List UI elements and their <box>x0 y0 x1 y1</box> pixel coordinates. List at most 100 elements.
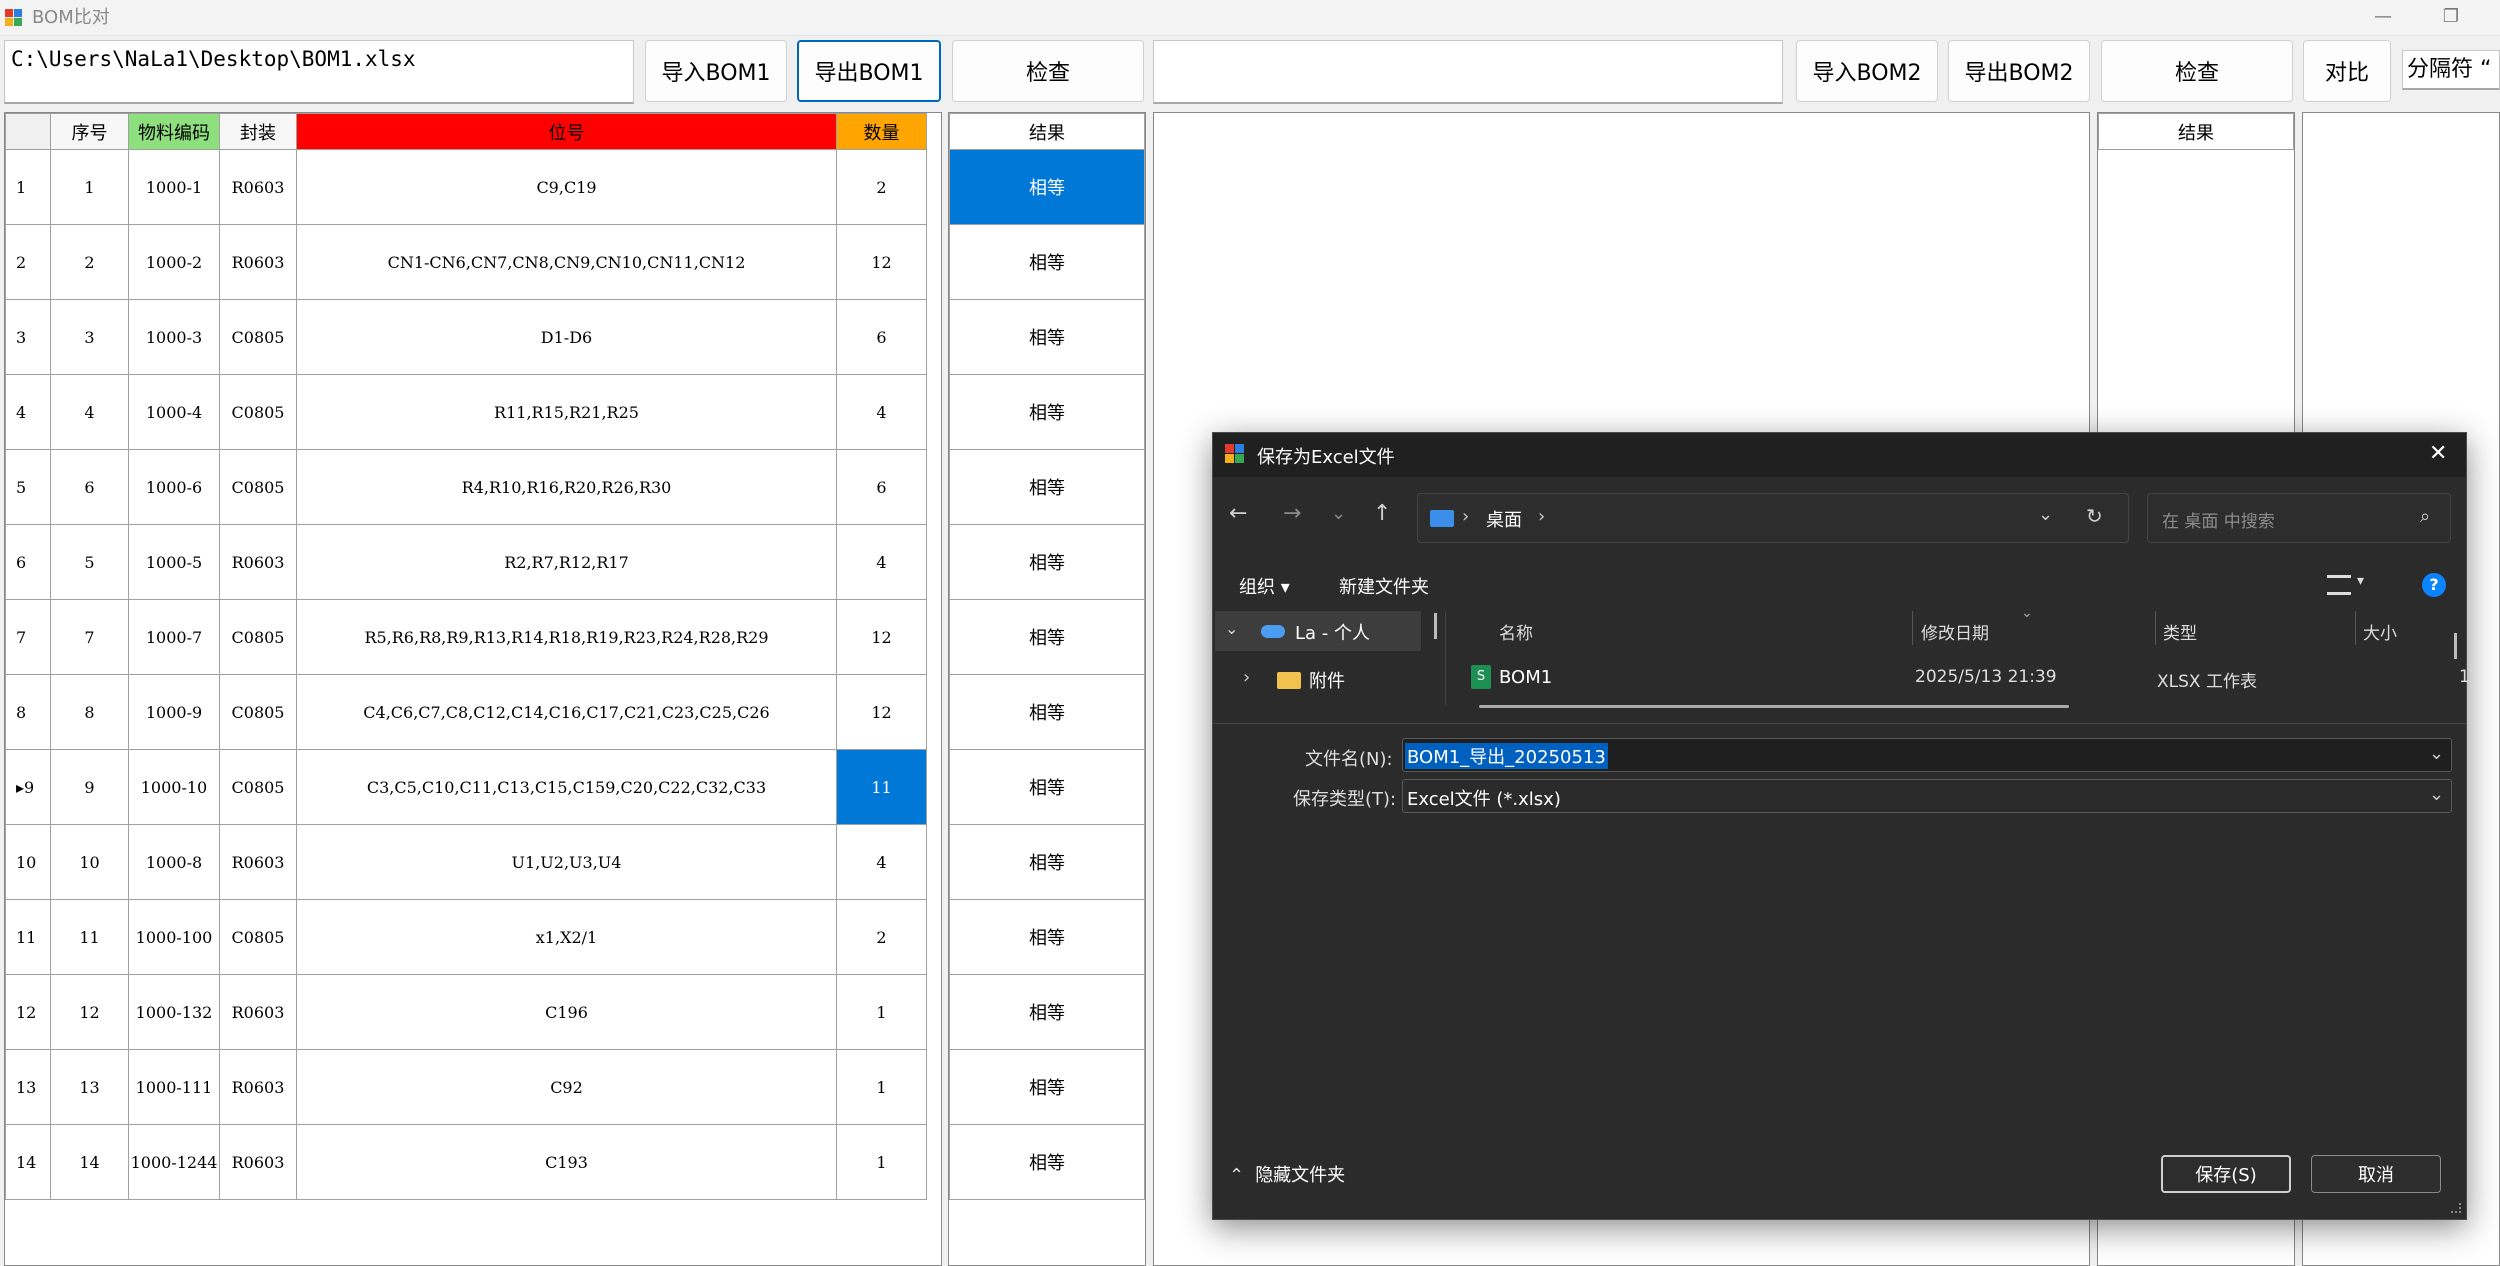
result-row[interactable]: 相等 <box>949 899 1145 975</box>
hide-folders-toggle[interactable]: ⌃ 隐藏文件夹 <box>1229 1161 1345 1187</box>
cell-qty[interactable]: 4 <box>836 374 927 450</box>
result-row[interactable]: 相等 <box>949 224 1145 300</box>
row-header[interactable]: 2 <box>5 224 51 300</box>
cell-ref[interactable]: U1,U2,U3,U4 <box>296 824 837 900</box>
nav-item-attachments[interactable]: › 附件 <box>1215 659 1421 699</box>
cell-ref[interactable]: C196 <box>296 974 837 1050</box>
row-header[interactable]: 7 <box>5 599 51 675</box>
cell-seq[interactable]: 14 <box>50 1124 129 1200</box>
cell-code[interactable]: 1000-10 <box>128 749 220 825</box>
cell-seq[interactable]: 2 <box>50 224 129 300</box>
dialog-close-button[interactable]: ✕ <box>2429 441 2447 466</box>
cell-code[interactable]: 1000-111 <box>128 1049 220 1125</box>
row-header[interactable]: 13 <box>5 1049 51 1125</box>
save-button[interactable]: 保存(S) <box>2161 1155 2291 1193</box>
cell-qty[interactable]: 6 <box>836 299 927 375</box>
cell-seq[interactable]: 4 <box>50 374 129 450</box>
cell-seq[interactable]: 13 <box>50 1049 129 1125</box>
import-bom1-button[interactable]: 导入BOM1 <box>645 40 787 102</box>
export-bom2-button[interactable]: 导出BOM2 <box>1948 40 2090 102</box>
cell-package[interactable]: R0603 <box>219 149 297 225</box>
cell-package[interactable]: C0805 <box>219 599 297 675</box>
result-row[interactable]: 相等 <box>949 749 1145 825</box>
cell-ref[interactable]: CN1-CN6,CN7,CN8,CN9,CN10,CN11,CN12 <box>296 224 837 300</box>
cell-result[interactable]: 相等 <box>949 1124 1145 1200</box>
filename-dropdown-icon[interactable]: ⌄ <box>2429 743 2444 764</box>
export-bom1-button[interactable]: 导出BOM1 <box>797 40 941 102</box>
cell-package[interactable]: C0805 <box>219 299 297 375</box>
table-row[interactable]: 6 5 1000-5 R0603 R2,R7,R12,R17 4 <box>5 524 927 600</box>
cell-ref[interactable]: C3,C5,C10,C11,C13,C15,C159,C20,C22,C32,C… <box>296 749 837 825</box>
table-row[interactable]: 5 6 1000-6 C0805 R4,R10,R16,R20,R26,R30 6 <box>5 449 927 525</box>
organize-button[interactable]: 组织 ▾ <box>1239 573 1290 599</box>
cell-package[interactable]: C0805 <box>219 374 297 450</box>
separator-input[interactable]: 分隔符 “ <box>2402 50 2500 90</box>
up-icon[interactable]: ↑ <box>1373 501 1391 526</box>
cell-package[interactable]: R0603 <box>219 1124 297 1200</box>
cell-package[interactable]: C0805 <box>219 674 297 750</box>
cell-result[interactable]: 相等 <box>949 374 1145 450</box>
cell-result[interactable]: 相等 <box>949 299 1145 375</box>
filetype-dropdown-icon[interactable]: ⌄ <box>2429 784 2444 805</box>
bom1-path-input[interactable]: C:\Users\NaLa1\Desktop\BOM1.xlsx <box>4 40 634 104</box>
row-header[interactable]: ▸9 <box>5 749 51 825</box>
table-row[interactable]: 3 3 1000-3 C0805 D1-D6 6 <box>5 299 927 375</box>
col-header-code[interactable]: 物料编码 <box>128 113 220 150</box>
cell-ref[interactable]: R11,R15,R21,R25 <box>296 374 837 450</box>
cell-ref[interactable]: C9,C19 <box>296 149 837 225</box>
cell-seq[interactable]: 8 <box>50 674 129 750</box>
cell-package[interactable]: R0603 <box>219 524 297 600</box>
cell-qty[interactable]: 12 <box>836 674 927 750</box>
col-type[interactable]: 类型 <box>2163 619 2197 644</box>
result-row[interactable]: 相等 <box>949 1124 1145 1200</box>
nav-item-la-personal[interactable]: ⌄ La - 个人 <box>1215 611 1421 651</box>
cell-qty[interactable]: 1 <box>836 1049 927 1125</box>
cell-seq[interactable]: 7 <box>50 599 129 675</box>
cell-code[interactable]: 1000-1244 <box>128 1124 220 1200</box>
cell-code[interactable]: 1000-9 <box>128 674 220 750</box>
view-options-icon[interactable] <box>2327 575 2351 595</box>
horizontal-scrollbar[interactable] <box>1479 705 2069 708</box>
cell-code[interactable]: 1000-6 <box>128 449 220 525</box>
nav-scrollbar[interactable] <box>1434 613 1437 639</box>
table-row[interactable]: 12 12 1000-132 R0603 C196 1 <box>5 974 927 1050</box>
cell-code[interactable]: 1000-4 <box>128 374 220 450</box>
cell-code[interactable]: 1000-3 <box>128 299 220 375</box>
expand-chevron-right-icon[interactable]: › <box>1243 667 1250 688</box>
cell-ref[interactable]: R4,R10,R16,R20,R26,R30 <box>296 449 837 525</box>
cell-ref[interactable]: D1-D6 <box>296 299 837 375</box>
refresh-icon[interactable]: ↻ <box>2086 504 2103 528</box>
row-header[interactable]: 5 <box>5 449 51 525</box>
cell-result[interactable]: 相等 <box>949 974 1145 1050</box>
cell-code[interactable]: 1000-5 <box>128 524 220 600</box>
address-bar[interactable]: › 桌面 › ⌄ ↻ <box>1417 493 2129 543</box>
cell-qty[interactable]: 4 <box>836 524 927 600</box>
cell-qty[interactable]: 12 <box>836 599 927 675</box>
col-size[interactable]: 大小 <box>2363 619 2397 644</box>
breadcrumb-desktop[interactable]: 桌面 <box>1486 506 1522 532</box>
cell-package[interactable]: C0805 <box>219 899 297 975</box>
cell-package[interactable]: C0805 <box>219 449 297 525</box>
address-dropdown-icon[interactable]: ⌄ <box>2038 504 2053 525</box>
cell-qty[interactable]: 12 <box>836 224 927 300</box>
result-row[interactable]: 相等 <box>949 599 1145 675</box>
filename-input[interactable]: BOM1_导出_20250513 ⌄ <box>1402 738 2452 772</box>
back-icon[interactable]: ← <box>1229 501 1247 526</box>
cell-qty[interactable]: 1 <box>836 1124 927 1200</box>
import-bom2-button[interactable]: 导入BOM2 <box>1796 40 1938 102</box>
result-row[interactable]: 相等 <box>949 1049 1145 1125</box>
file-list-scrollbar[interactable] <box>2454 633 2457 659</box>
new-folder-button[interactable]: 新建文件夹 <box>1339 573 1429 599</box>
table-row[interactable]: 7 7 1000-7 C0805 R5,R6,R8,R9,R13,R14,R18,R19… <box>5 599 927 675</box>
result-row[interactable]: 相等 <box>949 824 1145 900</box>
result-row[interactable]: 相等 <box>949 674 1145 750</box>
pane-divider[interactable] <box>1445 611 1446 705</box>
cell-qty[interactable]: 1 <box>836 974 927 1050</box>
cell-package[interactable]: R0603 <box>219 974 297 1050</box>
result-row[interactable]: 相等 <box>949 299 1145 375</box>
cell-qty[interactable]: 6 <box>836 449 927 525</box>
table-row[interactable]: 2 2 1000-2 R0603 CN1-CN6,CN7,CN8,CN9,CN10,CN… <box>5 224 927 300</box>
cell-qty[interactable]: 4 <box>836 824 927 900</box>
cell-seq[interactable]: 1 <box>50 149 129 225</box>
help-icon[interactable]: ? <box>2422 573 2446 597</box>
